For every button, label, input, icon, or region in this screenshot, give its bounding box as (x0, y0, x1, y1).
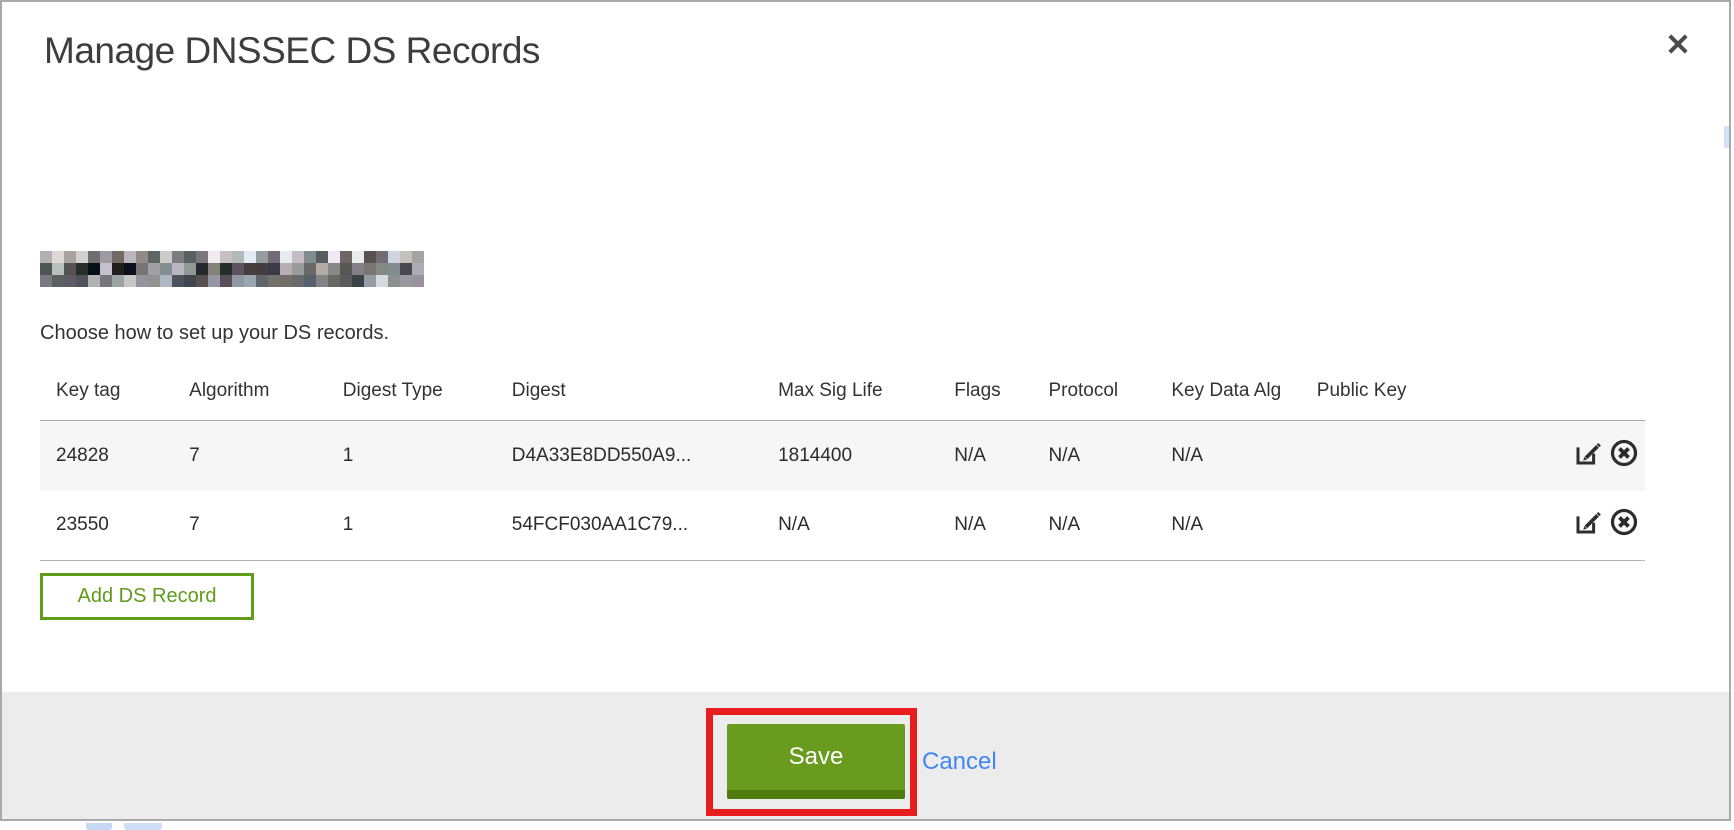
header-key-tag: Key tag (40, 367, 173, 421)
cell-flags: N/A (938, 421, 1032, 491)
header-key-data-alg: Key Data Alg (1155, 367, 1300, 421)
table-row: 24828 7 1 D4A33E8DD550A9... 1814400 N/A … (40, 421, 1645, 491)
table-row: 23550 7 1 54FCF030AA1C79... N/A N/A N/A … (40, 491, 1645, 561)
save-button[interactable]: Save (727, 724, 905, 799)
cell-key-tag: 23550 (40, 491, 173, 561)
redacted-domain (40, 251, 424, 287)
table-header-row: Key tag Algorithm Digest Type Digest Max… (40, 367, 1645, 421)
cell-digest-type: 1 (327, 421, 496, 491)
edit-record-icon[interactable] (1573, 438, 1603, 474)
remove-record-icon[interactable] (1609, 507, 1639, 543)
close-button[interactable] (1658, 26, 1698, 66)
header-protocol: Protocol (1032, 367, 1155, 421)
header-flags: Flags (938, 367, 1032, 421)
cell-actions (1563, 491, 1645, 561)
cell-protocol: N/A (1032, 491, 1155, 561)
cell-algorithm: 7 (173, 421, 327, 491)
dialog-title: Manage DNSSEC DS Records (44, 30, 540, 72)
cell-max-sig-life: N/A (762, 491, 938, 561)
ds-records-table: Key tag Algorithm Digest Type Digest Max… (40, 367, 1645, 561)
cell-max-sig-life: 1814400 (762, 421, 938, 491)
header-max-sig-life: Max Sig Life (762, 367, 938, 421)
cell-protocol: N/A (1032, 421, 1155, 491)
edit-record-icon[interactable] (1573, 507, 1603, 543)
background-page-sliver (1724, 126, 1729, 148)
cancel-link[interactable]: Cancel (922, 748, 997, 776)
instruction-text: Choose how to set up your DS records. (40, 322, 389, 345)
cell-key-tag: 24828 (40, 421, 173, 491)
cell-algorithm: 7 (173, 491, 327, 561)
background-page-sliver (124, 823, 162, 830)
header-digest-type: Digest Type (327, 367, 496, 421)
background-page-sliver (86, 823, 112, 830)
cell-digest: 54FCF030AA1C79... (496, 491, 762, 561)
cell-actions (1563, 421, 1645, 491)
header-digest: Digest (496, 367, 762, 421)
close-icon (1664, 30, 1692, 63)
add-ds-record-button[interactable]: Add DS Record (40, 573, 254, 620)
remove-record-icon[interactable] (1609, 438, 1639, 474)
header-public-key: Public Key (1301, 367, 1563, 421)
header-algorithm: Algorithm (173, 367, 327, 421)
header-actions (1563, 367, 1645, 421)
cell-key-data-alg: N/A (1155, 421, 1300, 491)
cell-digest-type: 1 (327, 491, 496, 561)
screenshot-stage: Manage DNSSEC DS Records Choose how to s… (0, 0, 1734, 830)
cell-digest: D4A33E8DD550A9... (496, 421, 762, 491)
cell-key-data-alg: N/A (1155, 491, 1300, 561)
cell-flags: N/A (938, 491, 1032, 561)
manage-dnssec-dialog: Manage DNSSEC DS Records Choose how to s… (0, 0, 1731, 821)
cell-public-key (1301, 421, 1563, 491)
cell-public-key (1301, 491, 1563, 561)
